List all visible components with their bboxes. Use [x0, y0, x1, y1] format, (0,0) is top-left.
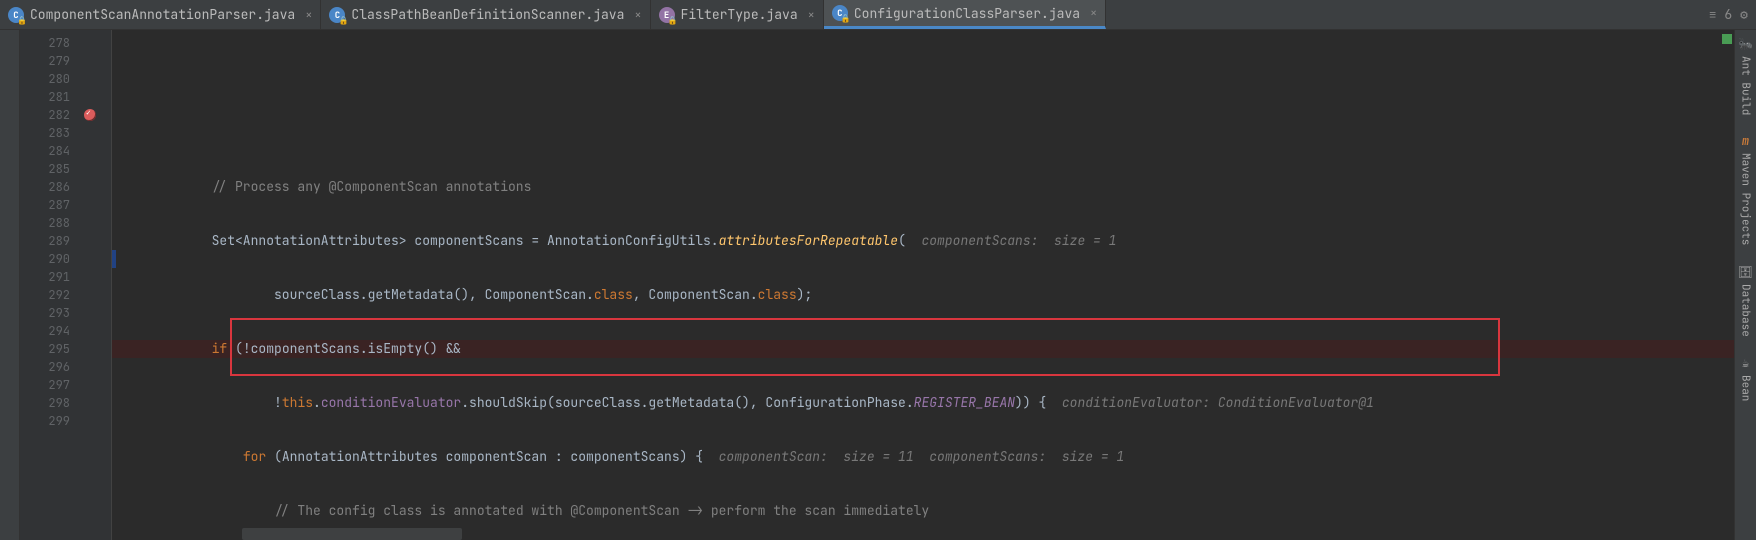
code-line[interactable]: Set<AnnotationAttributes> componentScans… — [112, 232, 1734, 250]
java-enum-icon: E🔒 — [659, 7, 675, 23]
line-number: 298 — [20, 394, 70, 412]
breakpoint-gutter[interactable] — [80, 30, 100, 540]
line-number: 284 — [20, 142, 70, 160]
ant-icon: 🐜 — [1738, 36, 1753, 52]
editor: 278 279 280 281 282 283 284 285 286 287 … — [20, 30, 1734, 540]
line-number: 280 — [20, 70, 70, 88]
tool-window-database[interactable]: 🗄 Database — [1738, 264, 1753, 337]
tab-label: FilterType.java — [681, 6, 798, 23]
tab-label: ClassPathBeanDefinitionScanner.java — [351, 6, 624, 23]
java-class-icon: C🔒 — [832, 5, 848, 21]
line-number-gutter[interactable]: 278 279 280 281 282 283 284 285 286 287 … — [20, 30, 80, 540]
close-icon[interactable]: × — [1090, 5, 1097, 21]
tab-label: ConfigurationClassParser.java — [854, 5, 1080, 22]
tool-window-bean[interactable]: ☕ Bean — [1739, 355, 1753, 401]
tool-window-maven-projects[interactable]: m Maven Projects — [1739, 133, 1753, 245]
horizontal-scrollbar[interactable] — [242, 528, 462, 540]
breakpoint-marker[interactable] — [80, 106, 100, 124]
lock-icon: 🔒 — [17, 16, 27, 26]
bean-icon: ☕ — [1742, 355, 1749, 371]
tool-window-label: Ant Build — [1739, 56, 1753, 115]
java-class-icon: C🔒 — [329, 7, 345, 23]
line-number: 289 — [20, 232, 70, 250]
editor-tab-bar: C🔒 ComponentScanAnnotationParser.java × … — [0, 0, 1756, 30]
gear-icon[interactable]: ⚙ — [1740, 6, 1748, 23]
tool-window-label: Maven Projects — [1739, 153, 1753, 245]
line-number: 296 — [20, 358, 70, 376]
line-number: 287 — [20, 196, 70, 214]
code-line[interactable]: // The config class is annotated with @C… — [112, 502, 1734, 520]
close-icon[interactable]: × — [305, 7, 312, 23]
code-line[interactable]: if (!componentScans.isEmpty() && — [112, 340, 1734, 358]
code-area[interactable]: // Process any @ComponentScan annotation… — [112, 30, 1734, 540]
lock-icon: 🔒 — [841, 14, 851, 24]
line-number: 286 — [20, 178, 70, 196]
line-number: 294 — [20, 322, 70, 340]
line-number: 282 — [20, 106, 70, 124]
fold-gutter[interactable] — [100, 30, 112, 540]
code-line[interactable]: for (AnnotationAttributes componentScan … — [112, 448, 1734, 466]
lock-icon: 🔒 — [338, 16, 348, 26]
tab-configuration-class-parser[interactable]: C🔒 ConfigurationClassParser.java × — [824, 0, 1106, 29]
lock-icon: 🔒 — [668, 16, 678, 26]
line-number: 297 — [20, 376, 70, 394]
line-number: 292 — [20, 286, 70, 304]
tab-filter-type[interactable]: E🔒 FilterType.java × — [651, 0, 824, 29]
soft-wrap-indicator[interactable]: ≡ 6 — [1709, 6, 1732, 23]
tool-window-label: Bean — [1739, 375, 1753, 401]
line-number: 281 — [20, 88, 70, 106]
close-icon[interactable]: × — [634, 7, 641, 23]
line-number: 283 — [20, 124, 70, 142]
line-number: 290 — [20, 250, 70, 268]
line-number: 285 — [20, 160, 70, 178]
main-row: 278 279 280 281 282 283 284 285 286 287 … — [0, 30, 1756, 540]
line-number: 291 — [20, 268, 70, 286]
line-number: 293 — [20, 304, 70, 322]
right-tool-stripe: 🐜 Ant Build m Maven Projects 🗄 Database ☕ Be… — [1734, 30, 1756, 540]
tab-component-scan-annotation-parser[interactable]: C🔒 ComponentScanAnnotationParser.java × — [0, 0, 321, 29]
tab-label: ComponentScanAnnotationParser.java — [30, 6, 295, 23]
close-icon[interactable]: × — [808, 7, 815, 23]
line-number: 295 — [20, 340, 70, 358]
java-class-icon: C🔒 — [8, 7, 24, 23]
line-number: 299 — [20, 412, 70, 430]
line-number: 288 — [20, 214, 70, 232]
left-tool-stripe[interactable] — [0, 30, 20, 540]
breakpoint-icon — [84, 109, 96, 121]
execution-line-marker — [112, 250, 116, 268]
code-line[interactable]: sourceClass.getMetadata(), ComponentScan… — [112, 286, 1734, 304]
tool-window-label: Database — [1739, 284, 1753, 337]
code-line[interactable] — [112, 124, 1734, 142]
code-line[interactable]: // Process any @ComponentScan annotation… — [112, 178, 1734, 196]
maven-icon: m — [1742, 133, 1749, 149]
analysis-ok-icon[interactable] — [1722, 34, 1732, 44]
database-icon: 🗄 — [1738, 264, 1753, 280]
tool-window-ant-build[interactable]: 🐜 Ant Build — [1738, 36, 1753, 115]
line-number: 279 — [20, 52, 70, 70]
line-number: 278 — [20, 34, 70, 52]
tab-classpath-bean-definition-scanner[interactable]: C🔒 ClassPathBeanDefinitionScanner.java × — [321, 0, 650, 29]
tab-bar-right-tools: ≡ 6 ⚙ — [1709, 0, 1756, 29]
code-line[interactable]: !this.conditionEvaluator.shouldSkip(sour… — [112, 394, 1734, 412]
